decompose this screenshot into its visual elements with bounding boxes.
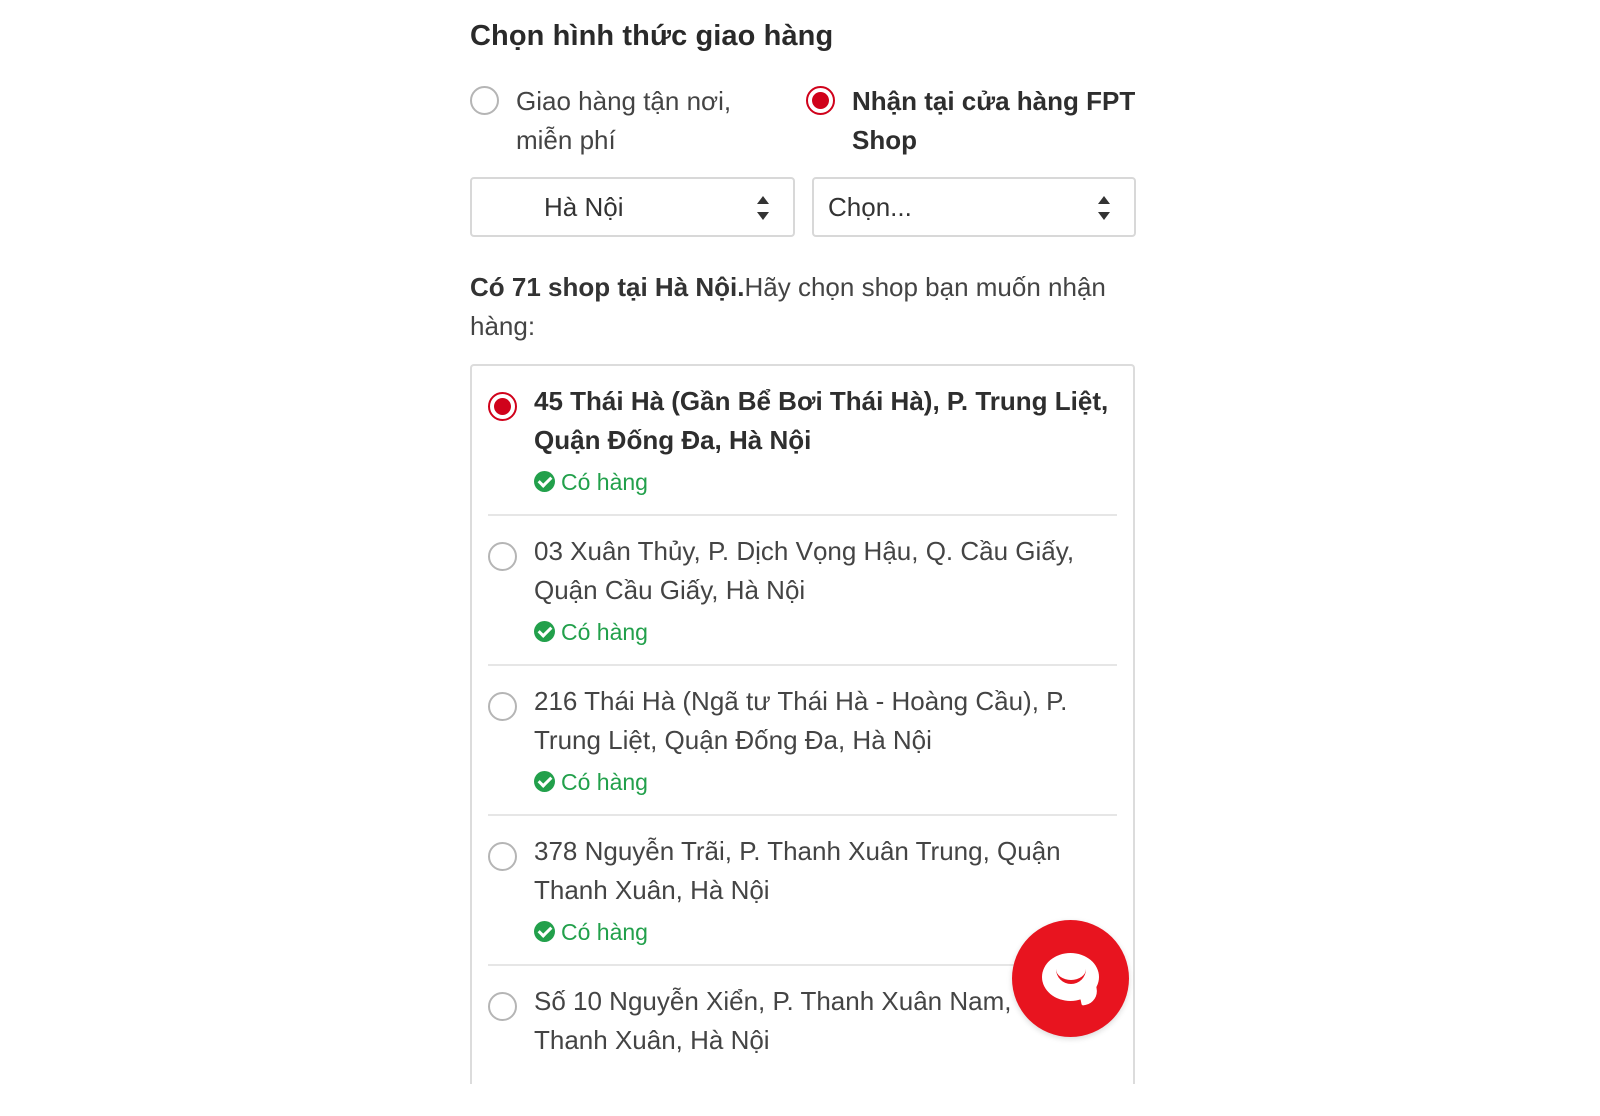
chat-button[interactable] (1012, 920, 1129, 1037)
store-radio[interactable] (488, 992, 517, 1021)
district-select[interactable]: Chọn... (812, 177, 1136, 237)
store-item[interactable]: 216 Thái Hà (Ngã tư Thái Hà - Hoàng Cầu)… (488, 666, 1117, 816)
shop-count-text: Có 71 shop tại Hà Nội.Hãy chọn shop bạn … (470, 268, 1135, 346)
check-circle-icon (534, 621, 555, 642)
store-pickup-label[interactable]: Nhận tại cửa hàng FPT Shop (852, 82, 1137, 160)
sort-arrows-icon (1098, 196, 1110, 220)
province-select[interactable]: Hà Nội (470, 177, 795, 237)
home-delivery-label[interactable]: Giao hàng tận nơi, miễn phí (516, 82, 771, 160)
store-radio[interactable] (488, 692, 517, 721)
check-circle-icon (534, 471, 555, 492)
delivery-panel: Chọn hình thức giao hàng Giao hàng tận n… (470, 0, 1138, 1084)
store-pickup-radio[interactable] (806, 86, 835, 115)
store-address: 378 Nguyễn Trãi, P. Thanh Xuân Trung, Qu… (534, 836, 1061, 905)
check-circle-icon (534, 771, 555, 792)
section-title: Chọn hình thức giao hàng (470, 20, 834, 52)
store-radio[interactable] (488, 842, 517, 871)
stock-label: Có hàng (561, 469, 648, 495)
home-delivery-radio[interactable] (470, 86, 499, 115)
store-address: 45 Thái Hà (Gần Bể Bơi Thái Hà), P. Trun… (534, 386, 1109, 455)
store-radio[interactable] (488, 392, 517, 421)
stock-label: Có hàng (561, 919, 648, 945)
stock-label: Có hàng (561, 619, 648, 645)
store-item[interactable]: 03 Xuân Thủy, P. Dịch Vọng Hậu, Q. Cầu G… (488, 516, 1117, 666)
stock-label: Có hàng (561, 769, 648, 795)
store-item[interactable]: 45 Thái Hà (Gần Bể Bơi Thái Hà), P. Trun… (488, 366, 1117, 516)
district-select-value: Chọn... (828, 192, 912, 222)
store-address: 03 Xuân Thủy, P. Dịch Vọng Hậu, Q. Cầu G… (534, 536, 1075, 605)
shop-count-bold: Có 71 shop tại Hà Nội. (470, 272, 745, 302)
chat-bubble-tail (1078, 986, 1100, 1006)
province-select-value: Hà Nội (544, 192, 624, 222)
store-address: 216 Thái Hà (Ngã tư Thái Hà - Hoàng Cầu)… (534, 686, 1068, 755)
sort-arrows-icon (757, 196, 769, 220)
check-circle-icon (534, 921, 555, 942)
store-radio[interactable] (488, 542, 517, 571)
